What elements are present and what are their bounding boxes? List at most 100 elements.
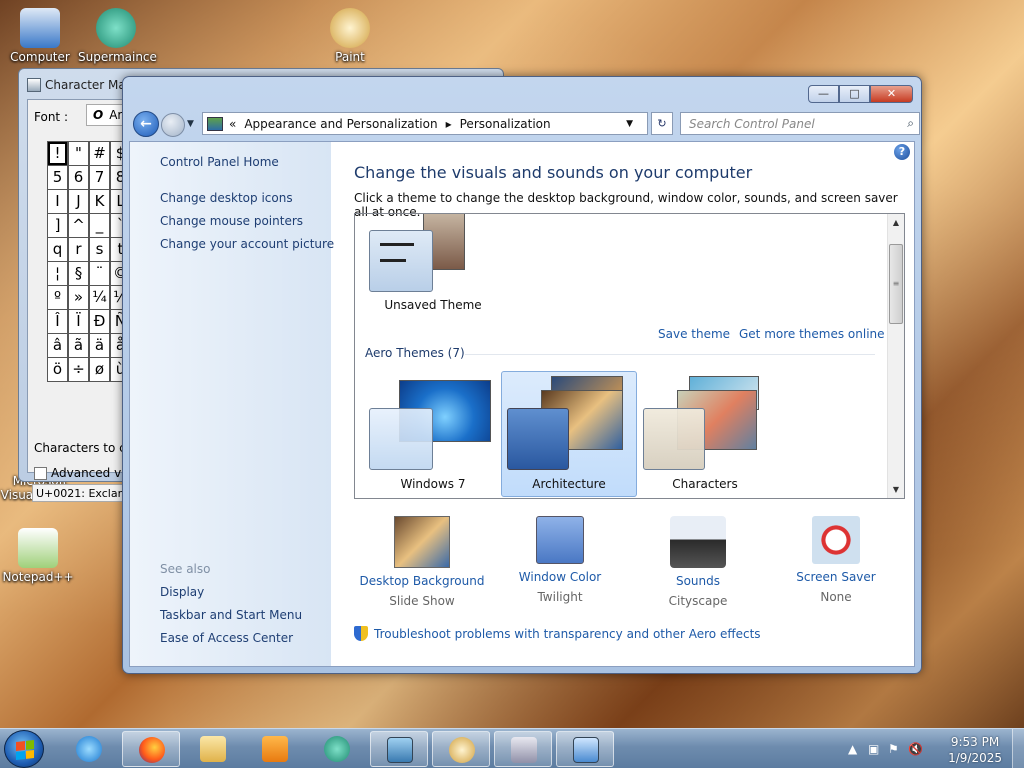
display-link[interactable]: Display [160,585,204,599]
character-cell[interactable]: K [89,189,110,214]
desktop-icon-computer[interactable]: Computer [2,8,78,64]
show-hidden-icons-icon[interactable]: ▲ [848,742,857,756]
save-theme-link[interactable]: Save theme [658,327,730,341]
taskbar-visual-studio[interactable] [494,731,552,767]
taskbar-pictures[interactable] [370,731,428,767]
personalization-window[interactable]: — □ ✕ ← ▼ « Appearance and Personalizati… [122,76,922,674]
taskbar-firefox[interactable] [122,731,180,767]
character-cell[interactable]: 5 [47,165,68,190]
character-cell[interactable]: Î [47,309,68,334]
character-cell[interactable]: ä [89,333,110,358]
taskbar-media-player[interactable] [246,731,304,767]
volume-muted-icon[interactable]: 🔇 [908,742,923,756]
theme-list[interactable]: Unsaved Theme Save theme Get more themes… [354,213,905,499]
character-cell[interactable]: Ð [89,309,110,334]
network-icon[interactable]: ▣ [868,742,879,756]
get-more-themes-link[interactable]: Get more themes online [739,327,885,341]
taskbar-start-menu-link[interactable]: Taskbar and Start Menu [160,608,302,622]
desktop-background-item[interactable]: Desktop Background Slide Show [352,516,492,608]
show-desktop-button[interactable] [1012,729,1024,768]
screen-saver-item[interactable]: Screen Saver None [766,516,906,604]
window-color-item[interactable]: Window Color Twilight [490,516,630,604]
character-cell[interactable]: ! [47,141,68,166]
unsaved-theme-label[interactable]: Unsaved Theme [375,298,491,312]
character-cell[interactable]: Ï [68,309,89,334]
breadcrumb-separator-icon[interactable]: ▸ [446,117,452,131]
close-button[interactable]: ✕ [870,85,913,103]
character-cell[interactable]: 7 [89,165,110,190]
character-cell[interactable]: º [47,285,68,310]
character-cell[interactable]: ø [89,357,110,382]
taskbar-paint[interactable] [432,731,490,767]
minimize-button[interactable]: — [808,85,839,103]
refresh-button[interactable]: ↻ [651,112,673,135]
windows7-theme-label[interactable]: Windows 7 [385,477,481,491]
taskbar-internet-explorer[interactable] [60,731,118,767]
help-icon[interactable]: ? [894,144,910,160]
recent-pages-dropdown-icon[interactable]: ▼ [187,119,194,129]
action-center-flag-icon[interactable]: ⚑ [888,742,899,756]
breadcrumb-appearance[interactable]: Appearance and Personalization [244,117,437,131]
sounds-item[interactable]: Sounds Cityscape [628,516,768,608]
screen-saver-link[interactable]: Screen Saver [766,570,906,584]
desktop-icon-notepadpp[interactable]: Notepad++ [0,528,76,584]
change-mouse-pointers-link[interactable]: Change mouse pointers [160,214,303,228]
theme-list-scrollbar[interactable]: ▲ ≡ ▼ [887,214,904,498]
window-color-link[interactable]: Window Color [490,570,630,584]
character-cell[interactable]: " [68,141,89,166]
address-dropdown-icon[interactable]: ▼ [626,119,633,129]
control-panel-home-link[interactable]: Control Panel Home [160,155,279,169]
character-cell[interactable]: ã [68,333,89,358]
change-account-picture-link[interactable]: Change your account picture [160,237,334,251]
desktop-icon-paint[interactable]: Paint [312,8,388,64]
characters-theme-label[interactable]: Characters [657,477,753,491]
character-cell[interactable]: J [68,189,89,214]
character-grid[interactable]: ! " # $5 6 7 8 I J K L] ^ _ ` q r s t ¦ § ¨ © º» ¼ ½ Î Ï Ð Ñâ ã ä å ö ÷ ø ù [47,141,132,382]
start-button[interactable] [4,730,44,768]
taskbar-file-explorer[interactable] [184,731,242,767]
windows7-theme-thumbnail[interactable] [369,408,433,470]
address-bar[interactable]: « Appearance and Personalization ▸ Perso… [202,112,648,135]
troubleshoot-label[interactable]: Troubleshoot problems with transparency … [374,627,761,641]
scroll-up-icon[interactable]: ▲ [888,214,904,231]
character-cell[interactable]: q [47,237,68,262]
back-button[interactable]: ← [133,111,159,137]
maximize-button[interactable]: □ [839,85,870,103]
character-cell[interactable]: ¼ [89,285,110,310]
character-cell[interactable]: § [68,261,89,286]
character-cell[interactable]: 6 [68,165,89,190]
taskbar-supermaince[interactable] [308,731,366,767]
characters-theme-thumbnail[interactable] [643,408,705,470]
character-cell[interactable]: ] [47,213,68,238]
character-cell[interactable]: » [68,285,89,310]
architecture-theme-label[interactable]: Architecture [521,477,617,491]
character-cell[interactable]: # [89,141,110,166]
character-cell[interactable]: r [68,237,89,262]
taskbar-control-panel[interactable] [556,731,614,767]
character-cell[interactable]: â [47,333,68,358]
character-cell[interactable]: s [89,237,110,262]
character-cell[interactable]: ^ [68,213,89,238]
address-overflow[interactable]: « [229,117,236,131]
character-cell[interactable]: ¨ [89,261,110,286]
architecture-theme-thumbnail[interactable] [507,408,569,470]
search-icon[interactable]: ⌕ [907,116,914,131]
forward-button[interactable] [161,113,185,137]
character-cell[interactable]: ¦ [47,261,68,286]
troubleshoot-link[interactable]: Troubleshoot problems with transparency … [354,626,761,641]
ease-of-access-link[interactable]: Ease of Access Center [160,631,293,645]
character-cell[interactable]: _ [89,213,110,238]
change-desktop-icons-link[interactable]: Change desktop icons [160,191,293,205]
character-cell[interactable]: I [47,189,68,214]
character-cell[interactable]: ÷ [68,357,89,382]
sounds-link[interactable]: Sounds [628,574,768,588]
clock[interactable]: 9:53 PM 1/9/2025 [948,734,1002,766]
search-input[interactable]: Search Control Panel ⌕ [680,112,920,135]
desktop-background-link[interactable]: Desktop Background [352,574,492,588]
desktop-icon-supermaince[interactable]: Supermaince [78,8,157,64]
scroll-thumb[interactable]: ≡ [889,244,903,324]
character-cell[interactable]: ö [47,357,68,382]
unsaved-theme-thumbnail[interactable] [369,230,433,292]
scroll-down-icon[interactable]: ▼ [888,481,904,498]
breadcrumb-personalization[interactable]: Personalization [460,117,551,131]
